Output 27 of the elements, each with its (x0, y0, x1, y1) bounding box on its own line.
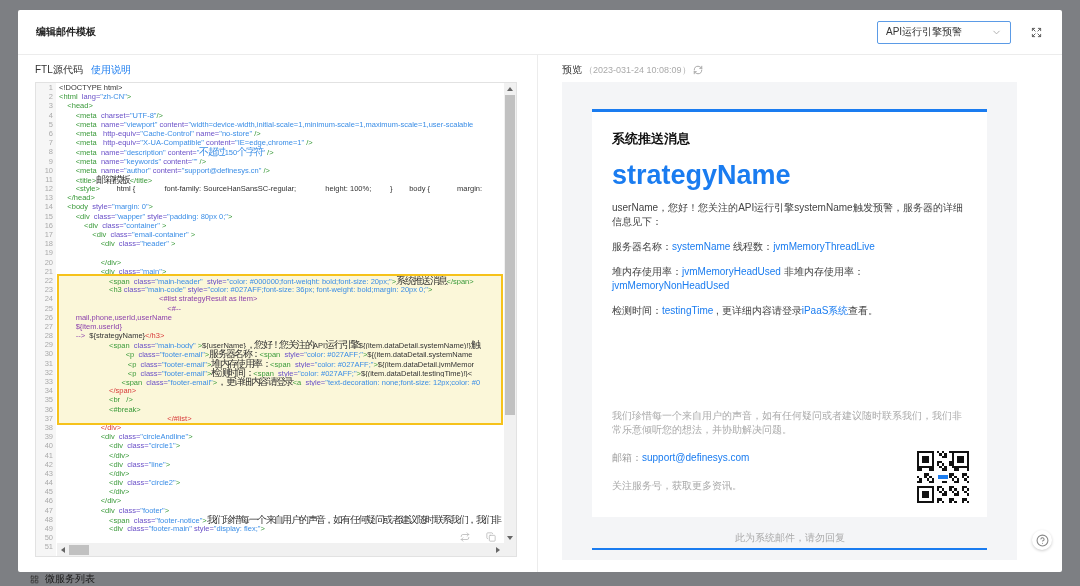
follow-text: 关注服务号，获取更多资讯。 (612, 480, 742, 491)
link[interactable]: support@definesys.com (642, 452, 750, 463)
preview-label: 预览 (562, 63, 582, 77)
email-paragraph: 服务器名称：systemName 线程数：jvmMemoryThreadLive (612, 240, 876, 254)
vertical-scrollbar[interactable] (504, 83, 516, 556)
email-heading: 系统推送消息 (612, 130, 691, 148)
nav-item[interactable]: 微服务列表 (45, 573, 95, 585)
fullscreen-icon[interactable] (1031, 26, 1042, 38)
wrap-icon[interactable] (460, 532, 470, 542)
contact-line: 邮箱：support@definesys.com (612, 451, 750, 465)
qr-code (917, 451, 969, 503)
dialog-title: 编辑邮件模板 (36, 25, 97, 39)
source-label: FTL源代码 (35, 63, 83, 77)
email-paragraph: 堆内存使用率：jvmMemoryHeadUsed 非堆内存使用率： jvmMemoryNonHeadUsed (612, 265, 865, 293)
preview-time: （2023-031-24 10:08:09） (584, 63, 691, 77)
email-paragraph: 检测时间：testingTime , 更详细内容请登录iPaaS系统查看。 (612, 304, 880, 318)
horizontal-scrollbar[interactable] (57, 543, 504, 556)
template-select[interactable]: API运行引擎预警 (877, 20, 1011, 44)
link[interactable]: iPaaS系统 (801, 305, 849, 316)
grid-icon (30, 574, 39, 584)
copy-icon[interactable] (486, 532, 496, 542)
code-editor[interactable] (35, 82, 517, 557)
refresh-icon[interactable] (692, 65, 703, 75)
no-reply-text: 此为系统邮件，请勿回复 (734, 531, 845, 545)
help-link[interactable]: 使用说明 (90, 63, 131, 77)
email-title: strategyName (612, 160, 792, 191)
email-paragraph: userName，您好！您关注的API运行引擎systemName触发预警，服务器的详细信息见下： (612, 201, 964, 229)
